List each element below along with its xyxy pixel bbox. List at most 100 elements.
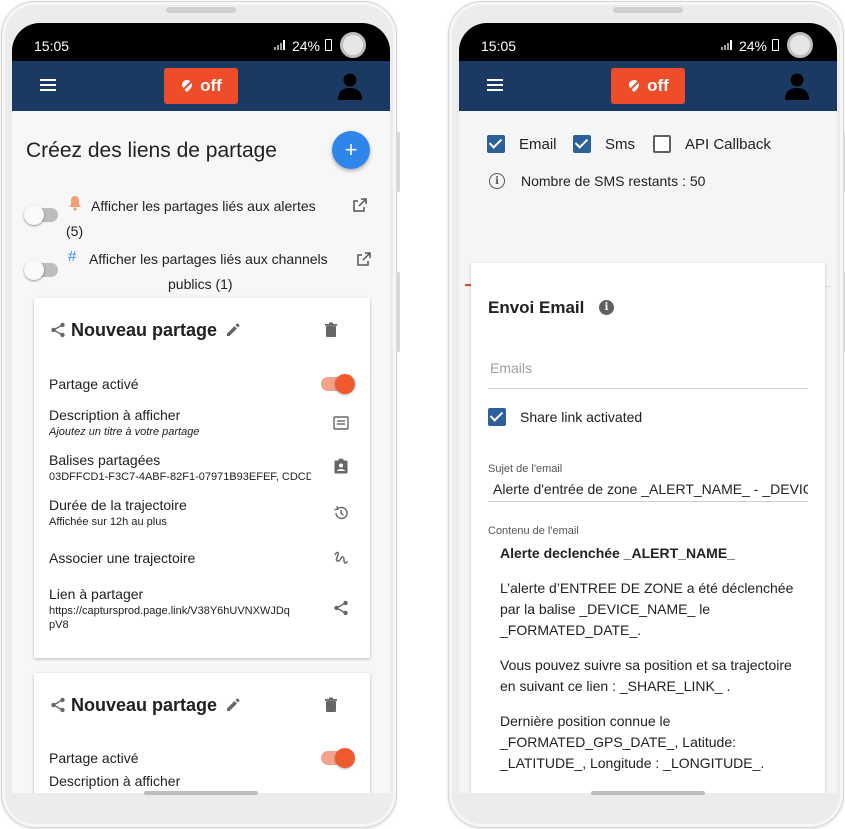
off-button[interactable]: off [164, 68, 238, 104]
delete-trash-icon[interactable] [324, 322, 338, 338]
page-title: Créez des liens de partage [26, 139, 277, 162]
home-indicator [591, 791, 705, 795]
email-content-heading: Alerte declenchée _ALERT_NAME_ [500, 545, 735, 561]
edit-pencil-icon[interactable] [225, 697, 241, 713]
battery-icon [772, 39, 779, 51]
battery-level: 24% [291, 38, 320, 54]
share-link-value: https://captursprod.page.link/V38Y6hUVNX… [49, 605, 290, 617]
share-link-row[interactable]: Lien à partager https://captursprod.page… [49, 586, 355, 631]
email-content-paragraph: Vous pouvez suivre sa position et sa tra… [500, 657, 792, 694]
share-card-title: Nouveau partage [71, 695, 218, 715]
share-icon [51, 697, 65, 713]
email-content-caption: Contenu de l'email [488, 525, 579, 537]
add-share-button[interactable]: + [332, 131, 370, 169]
tags-value: 03DFFCD1-F3C7-4ABF-82F1-07971B93EFEF, CD… [49, 471, 311, 483]
hamburger-menu-icon[interactable] [40, 79, 56, 91]
email-settings-card: Envoi Email i Share link activated Sujet… [471, 263, 825, 793]
off-button[interactable]: off [611, 68, 685, 104]
share-card-header: Nouveau partage [34, 298, 370, 358]
screen-right: 15:05 24% off Email Sms API Callback i N… [459, 23, 837, 793]
share-link-icon[interactable] [333, 600, 349, 616]
share-link-value-line2: pV8 [49, 619, 69, 631]
share-active-toggle[interactable] [321, 748, 355, 768]
share-card: Nouveau partage Partage activé Descripti… [34, 673, 370, 793]
signal-icon [721, 40, 733, 50]
email-checkbox[interactable] [487, 135, 505, 153]
add-share-button-label: + [344, 137, 358, 162]
delete-trash-icon[interactable] [324, 697, 338, 713]
description-row[interactable]: Description à afficher Ajoutez un titre … [49, 407, 355, 438]
assignment-ind-icon [334, 458, 348, 474]
share-card-header: Nouveau partage [34, 673, 370, 733]
trajectory-duration-value: Affichée sur 12h au plus [49, 516, 167, 528]
app-bar: off [12, 61, 390, 111]
share-card-title: Nouveau partage [71, 320, 218, 340]
sms-remaining-text: Nombre de SMS restants : 50 [521, 173, 706, 189]
side-button [396, 272, 400, 352]
off-button-label: off [647, 76, 669, 95]
alerts-filter-label: Afficher les partages liés aux alertes (… [66, 198, 316, 239]
email-content-paragraph: L’alerte d’ENTREE DE ZONE a été déclench… [500, 580, 794, 638]
info-icon[interactable]: i [599, 300, 614, 315]
sms-option-label: Sms [605, 136, 635, 153]
associate-trajectory-row[interactable]: Associer une trajectoire [49, 550, 355, 566]
status-time: 15:05 [34, 38, 70, 54]
info-icon: i [489, 173, 505, 189]
description-row[interactable]: Description à afficher [49, 773, 355, 789]
channels-filter-label-line2: publics (1) [168, 276, 233, 292]
hamburger-menu-icon[interactable] [487, 79, 503, 91]
channels-filter-label: Afficher les partages liés aux channels [89, 251, 328, 267]
history-icon [334, 505, 348, 520]
screen-left: 15:05 24% off Créez des liens de partage… [12, 23, 390, 793]
route-gesture-icon [334, 551, 348, 564]
channels-filter-switch[interactable] [24, 260, 58, 280]
share-link-activated-checkbox[interactable] [488, 408, 506, 426]
edit-pencil-icon[interactable] [225, 322, 241, 338]
share-active-row: Partage activé [49, 374, 355, 394]
email-subject-field[interactable]: Sujet de l'email Alerte d'entrée de zone… [488, 463, 808, 502]
share-icon [51, 322, 65, 338]
status-bar: 15:05 24% [459, 23, 837, 61]
share-active-toggle[interactable] [321, 374, 355, 394]
side-button [396, 132, 400, 192]
email-content-body[interactable]: Alerte declenchée _ALERT_NAME_ L’alerte … [500, 543, 810, 788]
email-subject-caption: Sujet de l'email [488, 463, 563, 475]
description-label: Description à afficher [49, 407, 181, 423]
alerts-filter-switch[interactable] [24, 205, 58, 225]
camera-icon [787, 32, 813, 58]
phone-frame-left: 15:05 24% off Créez des liens de partage… [1, 1, 400, 828]
description-text-icon [333, 416, 349, 430]
email-content-paragraph: Dernière position connue le _FORMATED_GP… [500, 713, 765, 771]
camera-icon [340, 32, 366, 58]
speaker-slot [166, 7, 236, 13]
signal-icon [274, 40, 286, 50]
open-external-icon[interactable] [356, 251, 372, 267]
status-time: 15:05 [481, 38, 517, 54]
share-active-label: Partage activé [49, 750, 139, 766]
share-link-label: Lien à partager [49, 586, 144, 602]
sms-checkbox[interactable] [573, 135, 591, 153]
api-callback-checkbox[interactable] [653, 135, 671, 153]
tags-label: Balises partagées [49, 452, 161, 468]
share-active-label: Partage activé [49, 376, 139, 392]
trajectory-duration-label: Durée de la trajectoire [49, 497, 187, 513]
open-external-icon[interactable] [352, 197, 368, 213]
emails-input[interactable] [488, 347, 808, 389]
email-subject-value[interactable]: Alerte d'entrée de zone _ALERT_NAME_ - _… [488, 475, 808, 502]
phone-frame-right: 15:05 24% off Email Sms API Callback i N… [448, 1, 845, 828]
api-callback-option-label: API Callback [685, 136, 771, 153]
email-option-label: Email [519, 136, 557, 153]
hash-icon: # [68, 248, 77, 265]
user-avatar-icon[interactable] [785, 72, 809, 100]
email-content-field: Contenu de l'email [488, 525, 808, 537]
speaker-slot [613, 7, 683, 13]
tags-row[interactable]: Balises partagées 03DFFCD1-F3C7-4ABF-82F… [49, 452, 355, 483]
description-placeholder: Ajoutez un titre à votre partage [49, 426, 200, 438]
user-avatar-icon[interactable] [338, 72, 362, 100]
battery-icon [325, 39, 332, 51]
share-card: Nouveau partage Partage activé Descripti… [34, 298, 370, 658]
description-label: Description à afficher [49, 773, 181, 789]
trajectory-duration-row[interactable]: Durée de la trajectoire Affichée sur 12h… [49, 497, 355, 528]
share-link-activated-label: Share link activated [520, 409, 643, 425]
off-button-label: off [200, 76, 222, 95]
